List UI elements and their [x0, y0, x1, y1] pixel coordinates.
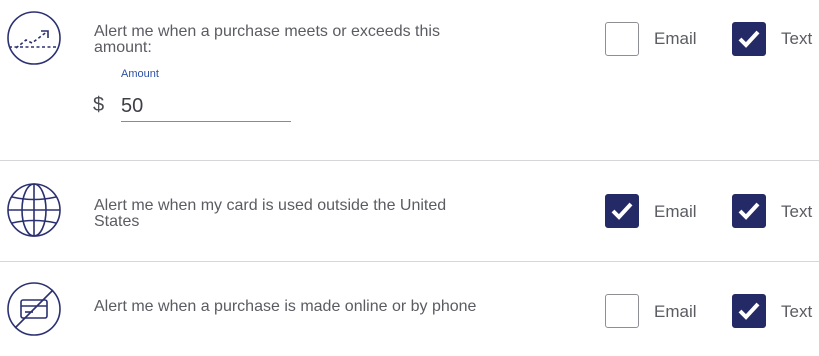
text-label: Text — [781, 302, 813, 321]
trending-up-icon — [6, 10, 62, 66]
text-label: Text — [781, 29, 813, 48]
amount-input[interactable] — [121, 92, 291, 122]
currency-symbol: $ — [93, 94, 105, 116]
text-checkbox[interactable] — [732, 294, 766, 328]
amount-label: Amount — [121, 68, 159, 80]
alert-text: Alert me when a purchase is made online … — [94, 298, 477, 315]
email-checkbox[interactable] — [605, 194, 639, 228]
alert-row-international: Alert me when my card is used outside th… — [0, 161, 819, 261]
text-checkbox[interactable] — [732, 194, 766, 228]
card-not-present-icon — [6, 281, 62, 337]
text-label: Text — [781, 202, 813, 221]
email-checkbox[interactable] — [605, 294, 639, 328]
alert-row-purchase-amount: Alert me when a purchase meets or exceed… — [0, 0, 819, 160]
email-label: Email — [654, 202, 697, 221]
alert-text: Alert me when a purchase meets or exceed… — [94, 23, 440, 56]
globe-icon — [6, 182, 62, 238]
alert-row-card-not-present: Alert me when a purchase is made online … — [0, 262, 819, 356]
text-checkbox[interactable] — [732, 22, 766, 56]
alert-text: Alert me when my card is used outside th… — [94, 197, 447, 230]
email-label: Email — [654, 29, 697, 48]
email-label: Email — [654, 302, 697, 321]
email-checkbox[interactable] — [605, 22, 639, 56]
